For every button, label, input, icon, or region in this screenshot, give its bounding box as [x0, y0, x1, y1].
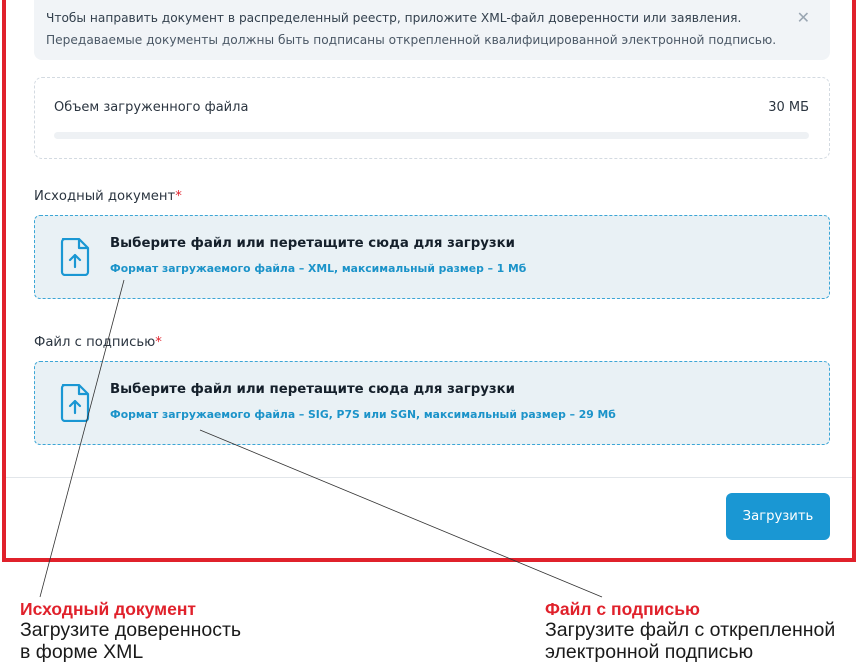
callout-left-title: Исходный документ	[20, 599, 196, 619]
callout-right-line-2: электронной подписью	[545, 641, 754, 663]
callout-right-title: Файл с подписью	[545, 599, 700, 619]
callout-left-line-1: Загрузите доверенность	[20, 619, 242, 641]
callout-line-source	[39, 279, 125, 598]
callout-lines	[39, 279, 603, 598]
callout-right-line-1: Загрузите файл с открепленной	[545, 619, 836, 641]
callout-left-line-2: в форме XML	[20, 641, 144, 663]
callout-line-signature	[199, 429, 603, 598]
